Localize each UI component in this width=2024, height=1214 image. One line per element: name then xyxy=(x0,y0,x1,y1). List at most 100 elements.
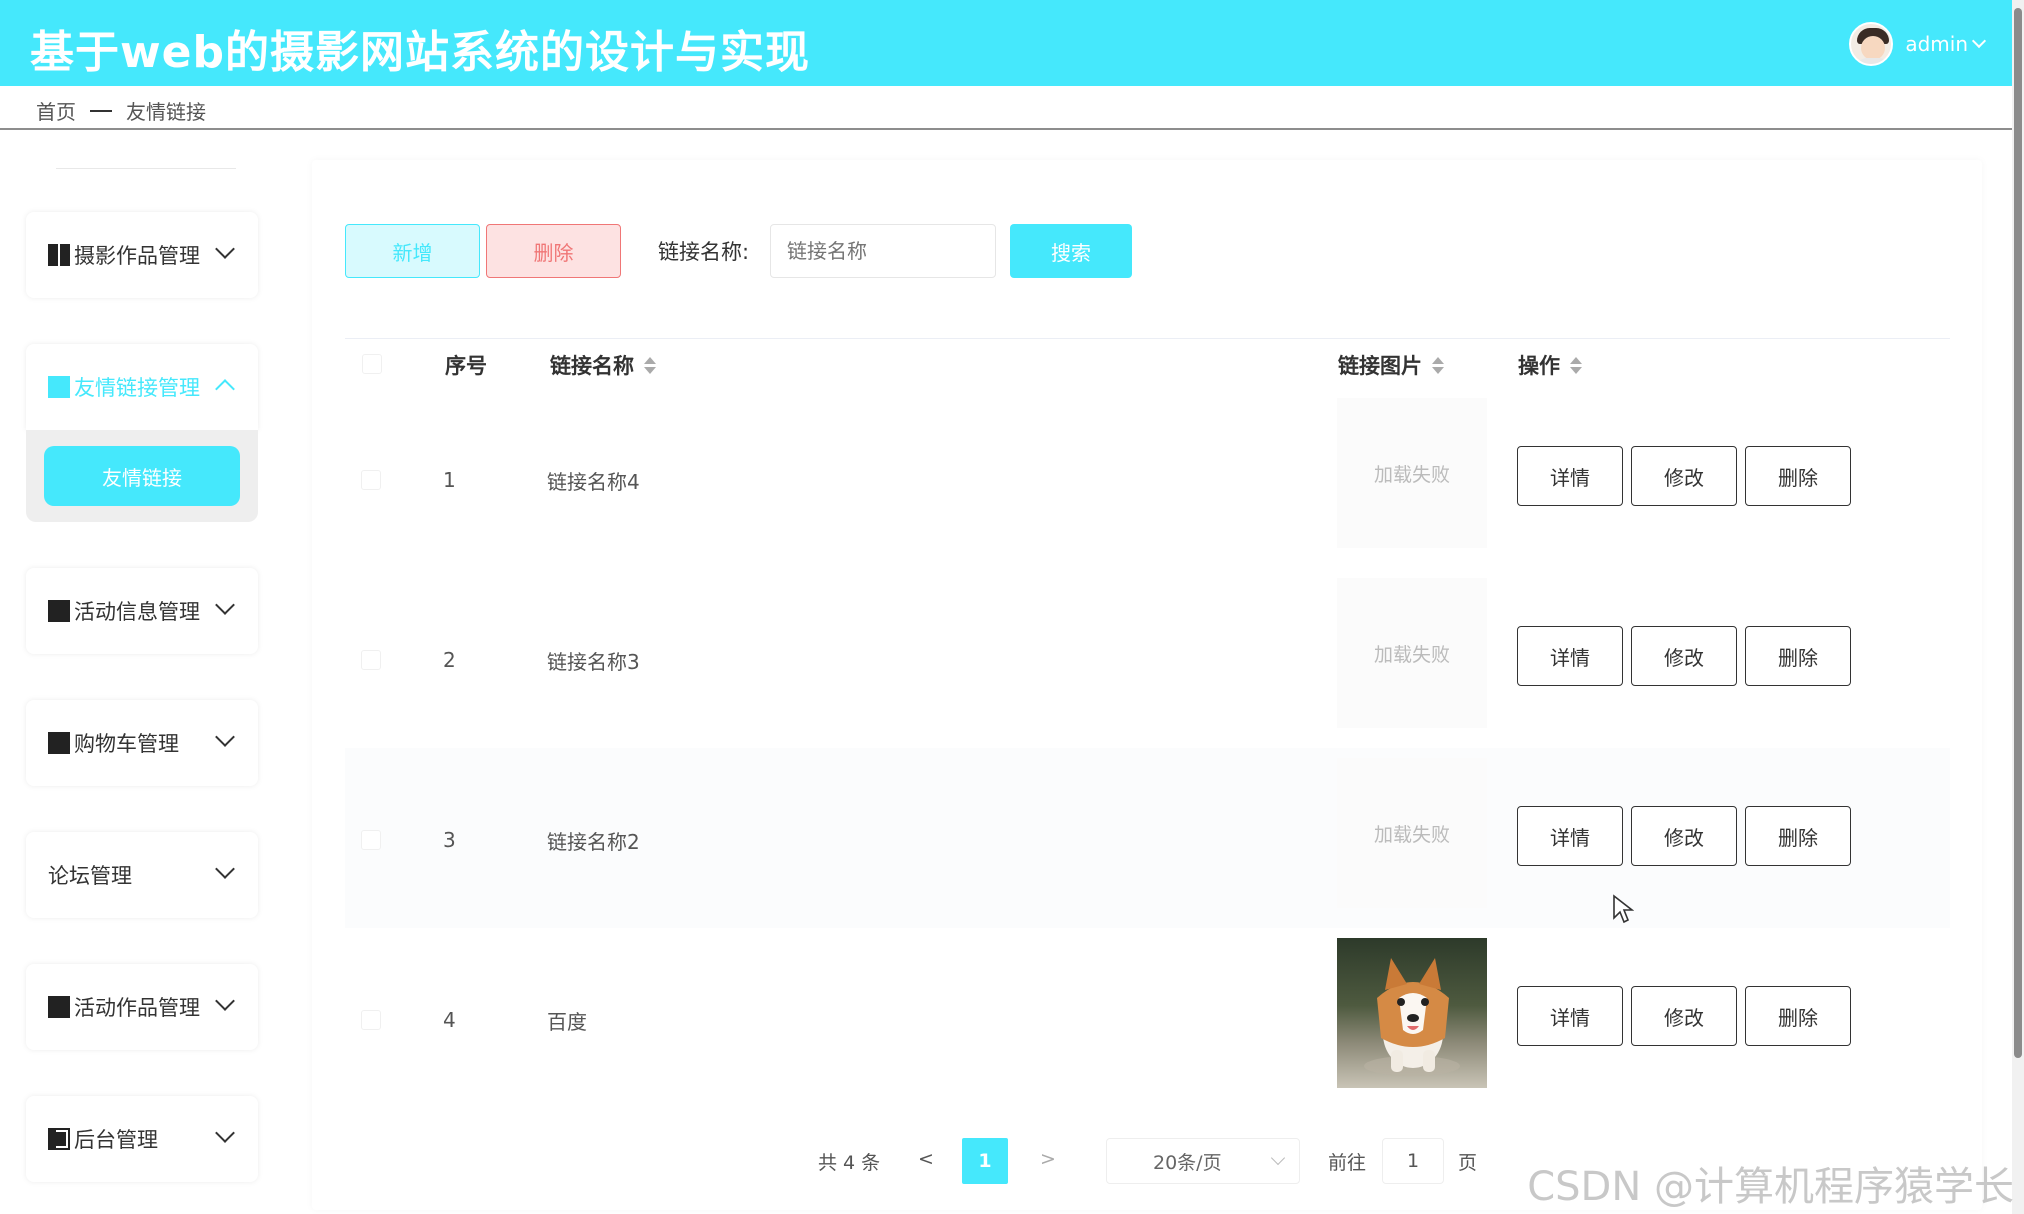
user-menu[interactable]: admin xyxy=(1849,22,1987,66)
column-header-actions[interactable]: 操作 xyxy=(1518,350,1582,380)
sidebar-item-forum[interactable]: 论坛管理 xyxy=(26,832,258,918)
sidebar-item-label: 后台管理 xyxy=(74,1128,158,1152)
watermark: CSDN @计算机程序猿学长 xyxy=(1527,1164,2014,1210)
sort-icon[interactable] xyxy=(644,356,656,374)
sidebar-item-label: 论坛管理 xyxy=(48,864,132,888)
sidebar-item-label: 活动信息管理 xyxy=(74,600,200,624)
panel-icon xyxy=(48,1128,70,1150)
chevron-down-icon xyxy=(215,239,235,259)
row-checkbox[interactable] xyxy=(361,470,381,490)
pagination-total: 共 4 条 xyxy=(818,1152,881,1174)
sidebar-item-label: 购物车管理 xyxy=(74,732,179,756)
edit-button[interactable]: 修改 xyxy=(1631,806,1737,866)
sort-icon[interactable] xyxy=(1432,356,1444,374)
delete-button[interactable]: 删除 xyxy=(1745,986,1851,1046)
scrollbar-track[interactable] xyxy=(2012,0,2024,1214)
row-image-placeholder: 加载失败 xyxy=(1337,578,1487,728)
row-checkbox[interactable] xyxy=(361,650,381,670)
pagination-prev[interactable]: < xyxy=(918,1148,934,1170)
grid-icon xyxy=(48,244,70,266)
pagination-page-unit: 页 xyxy=(1458,1152,1478,1174)
delete-button[interactable]: 删除 xyxy=(1745,626,1851,686)
pagination-next[interactable]: > xyxy=(1040,1148,1056,1170)
scrollbar-thumb[interactable] xyxy=(2014,8,2022,1058)
chevron-down-icon xyxy=(215,991,235,1011)
chevron-down-icon xyxy=(215,727,235,747)
sidebar-top-divider xyxy=(56,168,236,169)
sort-icon[interactable] xyxy=(1570,356,1582,374)
row-checkbox[interactable] xyxy=(361,830,381,850)
avatar[interactable] xyxy=(1849,22,1894,66)
chevron-down-icon xyxy=(215,1123,235,1143)
sidebar-item-label: 友情链接管理 xyxy=(74,376,200,400)
submenu-friend-links: 友情链接 xyxy=(26,430,258,522)
add-button[interactable]: 新增 xyxy=(345,224,480,278)
chevron-down-icon xyxy=(1270,1150,1286,1166)
edit-button[interactable]: 修改 xyxy=(1631,986,1737,1046)
column-header-image[interactable]: 链接图片 xyxy=(1338,350,1444,380)
breadcrumb: 首页 友情链接 xyxy=(36,96,206,125)
pagination-goto-label: 前往 xyxy=(1328,1152,1367,1174)
sidebar-item-label: 摄影作品管理 xyxy=(74,244,200,268)
chevron-up-icon xyxy=(215,379,235,399)
delete-button[interactable]: 删除 xyxy=(1745,806,1851,866)
row-link-name: 链接名称2 xyxy=(547,830,640,854)
mouse-cursor-icon xyxy=(1613,894,1634,924)
crop-icon xyxy=(48,732,70,754)
detail-button[interactable]: 详情 xyxy=(1517,986,1623,1046)
breadcrumb-separator xyxy=(90,109,112,112)
search-button[interactable]: 搜索 xyxy=(1010,224,1132,278)
chevron-down-icon[interactable] xyxy=(1971,33,1987,49)
gift-icon xyxy=(48,996,70,1018)
breadcrumb-divider xyxy=(0,128,2012,130)
select-all-checkbox[interactable] xyxy=(362,354,382,374)
sidebar-subitem-friend-links[interactable]: 友情链接 xyxy=(44,446,240,506)
pagination-page-1[interactable]: 1 xyxy=(962,1138,1008,1184)
row-image-placeholder: 加载失败 xyxy=(1337,398,1487,548)
edit-button[interactable]: 修改 xyxy=(1631,626,1737,686)
row-index: 1 xyxy=(443,468,456,492)
table-row: 2 链接名称3 加载失败 详情 修改 删除 xyxy=(345,568,1950,748)
contact-card-icon xyxy=(48,376,70,398)
app-title: 基于web的摄影网站系统的设计与实现 xyxy=(30,27,810,78)
row-image-corgi-photo[interactable] xyxy=(1337,938,1487,1088)
sidebar-item-cart[interactable]: 购物车管理 xyxy=(26,700,258,786)
table-row: 4 百度 详情 修改 删除 xyxy=(345,938,1950,1118)
copy-icon xyxy=(48,600,70,622)
sidebar-item-photo-works[interactable]: 摄影作品管理 xyxy=(26,212,258,298)
row-index: 2 xyxy=(443,648,456,672)
row-index: 4 xyxy=(443,1008,456,1032)
column-header-name[interactable]: 链接名称 xyxy=(550,350,656,380)
sidebar-item-activity-works[interactable]: 活动作品管理 xyxy=(26,964,258,1050)
sidebar-item-friend-links[interactable]: 友情链接管理 xyxy=(26,344,258,430)
delete-button[interactable]: 删除 xyxy=(1745,446,1851,506)
top-header: 基于web的摄影网站系统的设计与实现 admin xyxy=(0,0,2012,86)
breadcrumb-home[interactable]: 首页 xyxy=(36,96,76,125)
detail-button[interactable]: 详情 xyxy=(1517,446,1623,506)
table-row: 1 链接名称4 加载失败 详情 修改 删除 xyxy=(345,388,1950,568)
row-link-name: 链接名称4 xyxy=(547,470,640,494)
edit-button[interactable]: 修改 xyxy=(1631,446,1737,506)
username[interactable]: admin xyxy=(1905,32,1968,56)
chevron-down-icon xyxy=(215,595,235,615)
pagination-goto-input[interactable]: 1 xyxy=(1382,1138,1444,1184)
row-link-name: 链接名称3 xyxy=(547,650,640,674)
chevron-down-icon xyxy=(215,859,235,879)
breadcrumb-current: 友情链接 xyxy=(126,100,206,124)
search-input[interactable] xyxy=(770,224,996,278)
detail-button[interactable]: 详情 xyxy=(1517,626,1623,686)
batch-delete-button[interactable]: 删除 xyxy=(486,224,621,278)
sidebar-item-activity-info[interactable]: 活动信息管理 xyxy=(26,568,258,654)
page-size-select[interactable]: 20条/页 xyxy=(1106,1138,1300,1184)
sidebar-item-backend[interactable]: 后台管理 xyxy=(26,1096,258,1182)
row-index: 3 xyxy=(443,828,456,852)
search-label: 链接名称: xyxy=(658,240,750,264)
table-top-border xyxy=(345,338,1950,339)
row-checkbox[interactable] xyxy=(361,1010,381,1030)
detail-button[interactable]: 详情 xyxy=(1517,806,1623,866)
table-row: 3 链接名称2 加载失败 详情 修改 删除 xyxy=(345,748,1950,928)
row-link-name: 百度 xyxy=(547,1010,587,1034)
row-image-placeholder: 加载失败 xyxy=(1337,758,1487,908)
column-header-index: 序号 xyxy=(445,354,487,378)
sidebar-item-label: 活动作品管理 xyxy=(74,996,200,1020)
